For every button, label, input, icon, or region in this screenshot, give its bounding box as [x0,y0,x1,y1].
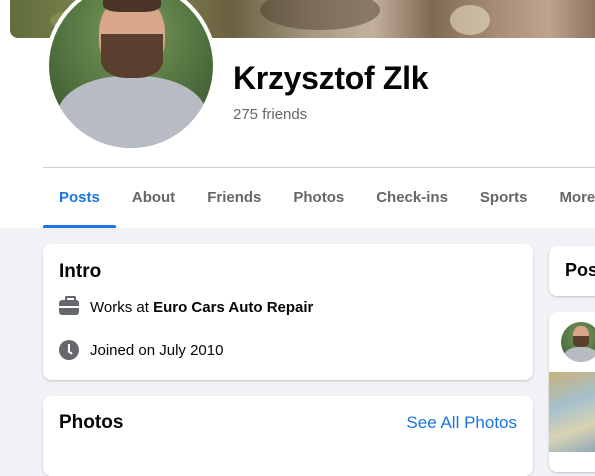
intro-joined-text: Joined on July 2010 [90,341,224,359]
post-author-avatar[interactable] [561,322,595,362]
create-post-card: Pos [549,246,595,296]
profile-name: Krzysztof Zlk [233,60,429,96]
intro-title: Intro [59,261,102,282]
intro-joined: Joined on July 2010 [59,340,223,360]
tab-posts[interactable]: Posts [43,168,116,228]
post-card [549,312,595,472]
friends-count[interactable]: 275 friends [233,106,307,123]
clock-icon [59,340,79,360]
photos-title: Photos [59,412,124,433]
briefcase-icon [59,296,79,317]
posts-title: Pos [565,260,595,280]
intro-card: Intro Works at Euro Cars Auto Repair Joi… [43,244,533,380]
intro-work: Works at Euro Cars Auto Repair [59,296,313,317]
tab-about[interactable]: About [116,168,191,228]
see-all-photos-link[interactable]: See All Photos [406,413,517,433]
tab-more[interactable]: More▼ [543,168,595,228]
post-image[interactable] [549,372,595,452]
tab-sports[interactable]: Sports [464,168,544,228]
tab-photos[interactable]: Photos [277,168,360,228]
photos-card: Photos See All Photos [43,396,533,476]
intro-work-prefix: Works at [90,298,154,316]
tab-friends[interactable]: Friends [191,168,277,228]
intro-work-place[interactable]: Euro Cars Auto Repair [153,299,313,316]
profile-tabs: Posts About Friends Photos Check-ins Spo… [43,168,595,228]
tab-check-ins[interactable]: Check-ins [360,168,464,228]
profile-avatar[interactable] [49,0,213,148]
